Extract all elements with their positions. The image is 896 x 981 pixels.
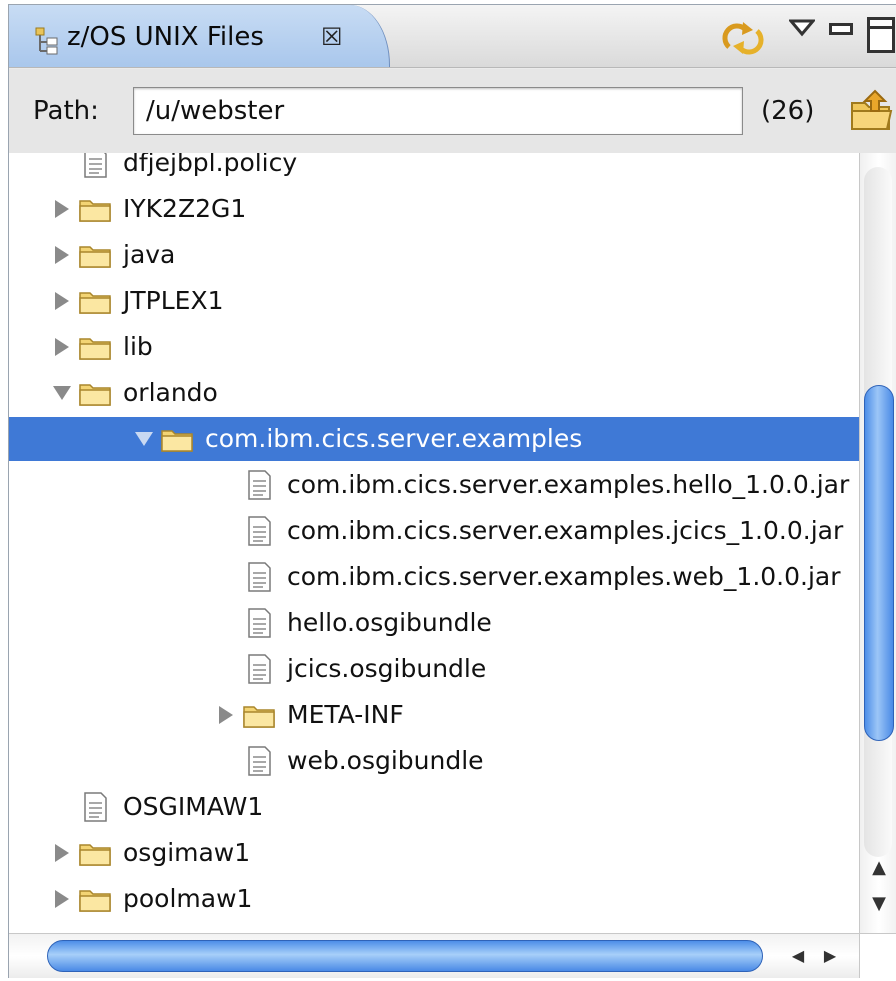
expanded-triangle-icon[interactable] bbox=[51, 371, 73, 415]
zos-unix-files-view: z/OS UNIX Files ☒ Path: (26) bbox=[8, 4, 896, 978]
tab-zos-unix-files[interactable]: z/OS UNIX Files ☒ bbox=[9, 5, 390, 67]
view-toolbar bbox=[697, 5, 896, 67]
tree-folder-row[interactable]: JTPLEX1 bbox=[9, 279, 859, 323]
collapsed-triangle-icon[interactable] bbox=[51, 877, 73, 921]
tree-item-label: poolmaw1 bbox=[123, 884, 253, 913]
tree-item-label: web.osgibundle bbox=[287, 746, 484, 775]
folder-icon bbox=[79, 377, 111, 409]
tree-folder-row[interactable]: IYK2Z2G1 bbox=[9, 187, 859, 231]
view-tab-bar: z/OS UNIX Files ☒ bbox=[9, 5, 896, 68]
tree-view-icon bbox=[35, 27, 59, 55]
view-menu-icon[interactable] bbox=[787, 19, 817, 37]
tree-item-label: com.ibm.cics.server.examples.jcics_1.0.0… bbox=[287, 516, 844, 545]
vertical-scroll-thumb[interactable] bbox=[864, 385, 894, 741]
collapsed-triangle-icon[interactable] bbox=[51, 831, 73, 875]
tree-item-label: com.ibm.cics.server.examples.web_1.0.0.j… bbox=[287, 562, 841, 591]
folder-icon bbox=[79, 193, 111, 225]
file-icon bbox=[243, 469, 275, 501]
tree-file-row[interactable]: OSGIMAW1 bbox=[9, 785, 859, 829]
tree-item-label: orlando bbox=[123, 378, 218, 407]
file-icon bbox=[243, 561, 275, 593]
tree-folder-row[interactable]: SDAYPEG bbox=[9, 923, 859, 933]
file-icon bbox=[79, 791, 111, 823]
folder-icon bbox=[79, 239, 111, 271]
scroll-down-arrow-icon[interactable]: ▼ bbox=[868, 891, 890, 917]
folder-icon bbox=[79, 883, 111, 915]
tree-file-row[interactable]: com.ibm.cics.server.examples.jcics_1.0.0… bbox=[9, 509, 859, 553]
tree-folder-row[interactable]: java bbox=[9, 233, 859, 277]
scroll-right-arrow-icon[interactable]: ▶ bbox=[817, 943, 843, 969]
scroll-left-arrow-icon[interactable]: ◀ bbox=[785, 943, 811, 969]
horizontal-scroll-thumb[interactable] bbox=[47, 940, 763, 972]
tree-folder-row[interactable]: osgimaw1 bbox=[9, 831, 859, 875]
horizontal-scrollbar[interactable]: ◀ ▶ bbox=[9, 933, 896, 978]
expanded-triangle-icon[interactable] bbox=[133, 417, 155, 461]
maximize-icon[interactable] bbox=[867, 17, 895, 53]
tree-item-label: osgimaw1 bbox=[123, 838, 251, 867]
vertical-scrollbar[interactable]: ▲ ▼ bbox=[859, 153, 896, 933]
tree-item-label: JTPLEX1 bbox=[123, 286, 224, 315]
go-up-folder-icon[interactable] bbox=[849, 89, 895, 135]
collapsed-triangle-icon[interactable] bbox=[215, 693, 237, 737]
minimize-icon[interactable] bbox=[829, 23, 853, 35]
tree-item-label: jcics.osgibundle bbox=[287, 654, 487, 683]
tree-folder-row[interactable]: com.ibm.cics.server.examples bbox=[9, 417, 859, 461]
collapsed-triangle-icon[interactable] bbox=[51, 325, 73, 369]
tree-item-label: lib bbox=[123, 332, 153, 361]
sync-icon[interactable] bbox=[721, 19, 765, 57]
tree-item-label: dfjejbpl.policy bbox=[123, 153, 298, 177]
tree-file-row[interactable]: jcics.osgibundle bbox=[9, 647, 859, 691]
folder-icon bbox=[161, 423, 193, 455]
file-icon bbox=[243, 653, 275, 685]
tree-item-label: IYK2Z2G1 bbox=[123, 194, 247, 223]
tree-file-row[interactable]: web.osgibundle bbox=[9, 739, 859, 783]
tree-item-label: java bbox=[123, 240, 176, 269]
tree-item-label: hello.osgibundle bbox=[287, 608, 492, 637]
collapsed-triangle-icon[interactable] bbox=[51, 923, 73, 933]
tree-item-label: com.ibm.cics.server.examples bbox=[205, 424, 583, 453]
tree-folder-row[interactable]: META-INF bbox=[9, 693, 859, 737]
path-label: Path: bbox=[33, 96, 99, 126]
close-icon[interactable]: ☒ bbox=[321, 17, 343, 57]
collapsed-triangle-icon[interactable] bbox=[51, 187, 73, 231]
tree-item-label: META-INF bbox=[287, 700, 404, 729]
file-icon bbox=[79, 153, 111, 179]
file-icon bbox=[243, 745, 275, 777]
tree-file-row[interactable]: hello.osgibundle bbox=[9, 601, 859, 645]
file-tree[interactable]: dfjejbpl.policy IYK2Z2G1 java JTPLEX1 lib orl… bbox=[9, 153, 859, 933]
tree-folder-row[interactable]: orlando bbox=[9, 371, 859, 415]
tree-file-row[interactable]: com.ibm.cics.server.examples.web_1.0.0.j… bbox=[9, 555, 859, 599]
tab-title: z/OS UNIX Files bbox=[67, 22, 264, 52]
tree-item-label: OSGIMAW1 bbox=[123, 792, 264, 821]
item-count: (26) bbox=[761, 96, 815, 126]
path-bar: Path: (26) bbox=[9, 69, 896, 153]
tree-folder-row[interactable]: poolmaw1 bbox=[9, 877, 859, 921]
path-input[interactable] bbox=[133, 87, 743, 135]
file-icon bbox=[243, 515, 275, 547]
tree-folder-row[interactable]: lib bbox=[9, 325, 859, 369]
collapsed-triangle-icon[interactable] bbox=[51, 233, 73, 277]
folder-icon bbox=[79, 837, 111, 869]
tree-item-label: SDAYPEG bbox=[123, 923, 238, 933]
folder-icon bbox=[79, 331, 111, 363]
collapsed-triangle-icon[interactable] bbox=[51, 279, 73, 323]
file-icon bbox=[243, 607, 275, 639]
folder-icon bbox=[243, 699, 275, 731]
scroll-corner bbox=[859, 934, 896, 978]
scroll-up-arrow-icon[interactable]: ▲ bbox=[868, 855, 890, 881]
tree-item-label: com.ibm.cics.server.examples.hello_1.0.0… bbox=[287, 470, 850, 499]
tree-file-row[interactable]: com.ibm.cics.server.examples.hello_1.0.0… bbox=[9, 463, 859, 507]
tree-file-row[interactable]: dfjejbpl.policy bbox=[9, 153, 859, 185]
folder-icon bbox=[79, 285, 111, 317]
